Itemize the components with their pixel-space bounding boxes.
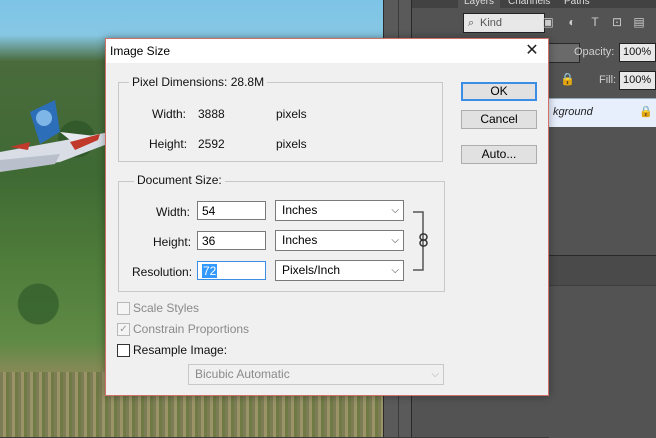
doc-width-input[interactable]: 54 (197, 201, 266, 220)
tab-channels[interactable]: Channels (502, 0, 557, 8)
fill-label: Fill: (599, 74, 617, 86)
scale-styles-checkbox[interactable] (117, 302, 130, 315)
pixel-width-value: 3888 (198, 107, 225, 121)
search-icon: ⌕ (468, 17, 475, 29)
tab-layers[interactable]: Layers (458, 0, 501, 8)
filter-kind-select[interactable]: ⌕ Kind (463, 13, 545, 33)
doc-height-unit-select[interactable]: Inches ⌵ (275, 230, 404, 251)
resample-image-checkbox[interactable] (117, 344, 130, 357)
pixel-height-unit: pixels (276, 137, 307, 151)
scale-styles-label: Scale Styles (133, 301, 200, 315)
close-icon[interactable]: ✕ (522, 41, 542, 61)
resolution-value: 72 (202, 264, 218, 278)
resolution-unit-select[interactable]: Pixels/Inch ⌵ (275, 260, 404, 281)
jet-image (0, 100, 118, 172)
dialog-titlebar[interactable]: Image Size ✕ (106, 39, 548, 63)
background-layer[interactable]: kground 🔒 (549, 98, 656, 127)
panel-bottom-bar (549, 255, 656, 286)
resample-method-select[interactable]: Bicubic Automatic ⌵ (188, 364, 444, 385)
filter-kind-label: Kind (480, 17, 503, 29)
chevron-down-icon: ⌵ (391, 235, 399, 246)
constrain-link-icon (413, 211, 428, 271)
cancel-button[interactable]: Cancel (461, 110, 537, 129)
doc-height-input[interactable]: 36 (197, 231, 266, 250)
panel-lower-area (549, 285, 656, 438)
pixel-height-value: 2592 (198, 137, 225, 151)
pixel-dimensions-title: Pixel Dimensions: 28.8M (129, 75, 268, 89)
resolution-unit: Pixels/Inch (282, 263, 341, 277)
pixel-dimensions-value: 28.8M (230, 75, 265, 89)
lock-icon[interactable]: 🔒 (560, 72, 575, 86)
pixel-width-label: Width: (152, 107, 187, 121)
resolution-input[interactable]: 72 (197, 261, 266, 280)
doc-height-unit: Inches (282, 233, 318, 247)
document-size-title: Document Size: (134, 173, 225, 187)
chevron-down-icon: ⌵ (431, 369, 439, 380)
image-size-dialog: Image Size ✕ Pixel Dimensions: 28.8M Wid… (105, 38, 549, 396)
fill-input[interactable]: 100% (619, 71, 656, 90)
pixel-filter-icon[interactable]: ▣ (541, 15, 555, 29)
opacity-input[interactable]: 100% (619, 43, 656, 62)
doc-width-unit: Inches (282, 203, 318, 217)
doc-height-label: Height: (153, 235, 192, 249)
chevron-down-icon: ⌵ (391, 205, 399, 216)
smart-object-filter-icon[interactable]: ▤ (632, 15, 646, 29)
layer-lock-icon: 🔒 (639, 106, 653, 118)
panel-tabs: Layers Channels Paths (412, 0, 656, 8)
pixel-height-label: Height: (149, 137, 188, 151)
layer-name: kground (553, 106, 593, 118)
chevron-down-icon: ⌵ (391, 265, 399, 276)
auto-button[interactable]: Auto... (461, 145, 537, 164)
tab-paths[interactable]: Paths (558, 0, 596, 8)
resample-method: Bicubic Automatic (195, 367, 290, 381)
ok-button[interactable]: OK (461, 82, 537, 101)
type-filter-icon[interactable]: T (588, 15, 602, 29)
dialog-title: Image Size (110, 44, 171, 58)
constrain-proportions-label: Constrain Proportions (133, 322, 250, 336)
resolution-label: Resolution: (132, 265, 193, 279)
pixel-dimensions-label: Pixel Dimensions: (132, 75, 228, 89)
opacity-label: Opacity: (574, 46, 615, 58)
shape-filter-icon[interactable]: ⊡ (610, 15, 624, 29)
adjustment-filter-icon[interactable]: ◐ (565, 15, 579, 29)
pixel-width-unit: pixels (276, 107, 307, 121)
doc-width-unit-select[interactable]: Inches ⌵ (275, 200, 404, 221)
constrain-proportions-checkbox[interactable]: ✓ (117, 323, 130, 336)
resample-image-label: Resample Image: (133, 343, 228, 357)
doc-width-label: Width: (156, 205, 191, 219)
